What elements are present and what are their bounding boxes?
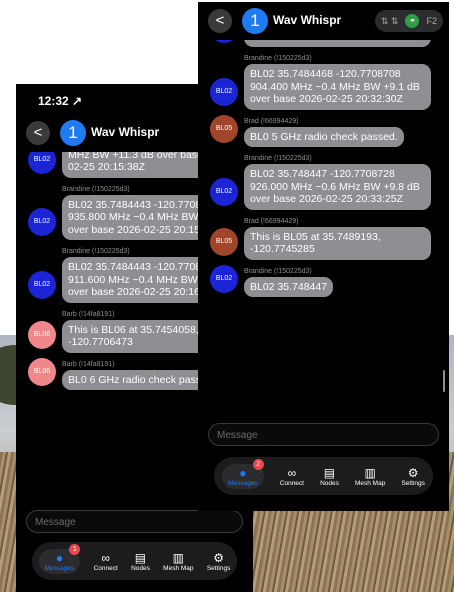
tab-settings[interactable]: ⚙ Settings xyxy=(401,466,425,487)
tab-settings[interactable]: ⚙ Settings xyxy=(207,551,231,572)
message-row: -120.7708861 905.000 MHz 2026-02-25 20:3… xyxy=(198,40,449,47)
avatar[interactable]: BL05 xyxy=(210,227,238,256)
settings-icon: ⚙ xyxy=(407,465,419,480)
message-bubble[interactable]: This is BL05 at 35.7489193, -120.7745285 xyxy=(244,226,431,260)
tab-label: Messages xyxy=(228,479,258,487)
tab-mesh-map[interactable]: ▥ Mesh Map xyxy=(163,551,193,572)
tab-label: Mesh Map xyxy=(354,479,386,487)
message-list[interactable]: -120.7708861 905.000 MHz 2026-02-25 20:3… xyxy=(198,40,449,408)
tab-nodes[interactable]: ▤ Nodes xyxy=(131,551,150,572)
status-time: 12:32 ↗ xyxy=(38,94,83,108)
back-button[interactable]: < xyxy=(208,9,232,33)
tab-label: Settings xyxy=(401,479,425,487)
tab-messages[interactable]: ● Messages 2 xyxy=(222,458,264,489)
avatar[interactable]: BL02 xyxy=(28,270,56,299)
tab-label: Connect xyxy=(93,564,118,572)
unread-badge: 1 xyxy=(69,543,81,555)
tab-nodes[interactable]: ▤ Nodes xyxy=(320,466,339,487)
message-sender: Brandine (!150225d3) xyxy=(244,267,312,275)
message-bubble[interactable]: BL02 35.7484468 -120.7708708 904.400 MHz… xyxy=(244,64,431,110)
tab-connect[interactable]: ∞ Connect xyxy=(280,466,304,487)
tab-bar: ● Messages 2 ∞ Connect ▤ Nodes ▥ Mesh Map ⚙ Settin… xyxy=(214,457,433,495)
channel-number-badge: 1 xyxy=(60,120,86,146)
link-icon[interactable]: ⚭ xyxy=(405,14,420,28)
message-bubble[interactable]: BL02 35.748447 xyxy=(244,276,334,297)
avatar[interactable]: BL02 xyxy=(210,77,238,106)
messages-icon: ● xyxy=(239,465,247,480)
message-row: Brandine (!150225d3) BL02 35.748447 BL02 xyxy=(198,265,449,297)
tab-label: Settings xyxy=(206,564,231,572)
avatar[interactable]: BL02 xyxy=(28,208,56,236)
mesh-map-icon: ▥ xyxy=(364,465,376,480)
sort-icon[interactable]: ⇅ ⇅ xyxy=(381,16,399,27)
message-sender: Brandine (!150225d3) xyxy=(244,55,312,62)
message-bubble[interactable]: BL0 5 GHz radio check passed. xyxy=(244,126,404,147)
tab-bar: ● Messages 1 ∞ Connect ▤ Nodes ▥ Mesh Map ⚙ Settin… xyxy=(32,542,237,580)
phone-screenshot-right: < 1 Wav Whispr ⇅ ⇅ ⚭ F2 -120.7708861 905… xyxy=(198,2,449,511)
unread-badge: 2 xyxy=(252,458,264,470)
tab-label: Nodes xyxy=(131,564,150,572)
tab-mesh-map[interactable]: ▥ Mesh Map xyxy=(355,466,385,487)
nodes-icon: ▤ xyxy=(134,550,147,565)
avatar[interactable]: BL02 xyxy=(210,265,238,293)
scrollbar[interactable] xyxy=(443,370,445,392)
tab-label: Messages xyxy=(44,564,75,572)
message-row: Brandine (!150225d3) BL02 35.748447 -120.… xyxy=(198,155,449,210)
message-sender: Brandine (!150225d3) xyxy=(244,155,312,162)
tab-label: Mesh Map xyxy=(163,564,194,572)
chat-header: < 1 Wav Whispr ⇅ ⇅ ⚭ F2 xyxy=(198,2,449,40)
settings-icon: ⚙ xyxy=(213,550,224,565)
message-sender: Brad (!66994429) xyxy=(244,117,299,125)
header-tools[interactable]: ⇅ ⇅ ⚭ F2 xyxy=(374,10,443,32)
connect-icon: ∞ xyxy=(287,465,297,480)
avatar[interactable]: BL06 xyxy=(28,320,56,349)
message-input[interactable]: Message xyxy=(208,423,439,446)
tab-label: Nodes xyxy=(320,479,339,487)
message-row: Brandine (!150225d3) BL02 35.7484468 -120… xyxy=(198,55,449,110)
app-title: Wav Whispr xyxy=(273,13,342,27)
message-row: Brad (!66994429) BL0 5 GHz radio check pa… xyxy=(198,115,449,147)
tab-connect[interactable]: ∞ Connect xyxy=(94,551,118,572)
message-sender: Brad (!66994429) xyxy=(244,217,299,225)
avatar[interactable]: BL05 xyxy=(210,115,238,143)
avatar[interactable]: BL02 xyxy=(210,177,238,206)
avatar[interactable]: BL02 xyxy=(28,152,56,174)
avatar[interactable]: BL06 xyxy=(28,358,56,386)
message-input[interactable]: Message xyxy=(26,510,243,533)
app-title: Wav Whispr xyxy=(91,125,160,139)
message-row: Brad (!66994429) This is BL05 at 35.74891… xyxy=(198,218,449,260)
mesh-map-icon: ▥ xyxy=(172,550,185,565)
channel-number-badge: 1 xyxy=(242,8,268,34)
back-button[interactable]: < xyxy=(26,121,50,145)
message-bubble[interactable]: -120.7708861 905.000 MHz 2026-02-25 20:3… xyxy=(244,40,431,47)
messages-icon: ● xyxy=(55,550,64,565)
header-link-label: F2 xyxy=(426,16,437,26)
message-bubble[interactable]: BL02 35.748447 -120.7708728 926.000 MHz … xyxy=(244,164,431,210)
nodes-icon: ▤ xyxy=(323,465,336,480)
connect-icon: ∞ xyxy=(101,550,110,565)
tab-label: Connect xyxy=(279,479,304,487)
avatar[interactable]: BL02 xyxy=(210,40,238,43)
tab-messages[interactable]: ● Messages 1 xyxy=(38,543,81,574)
